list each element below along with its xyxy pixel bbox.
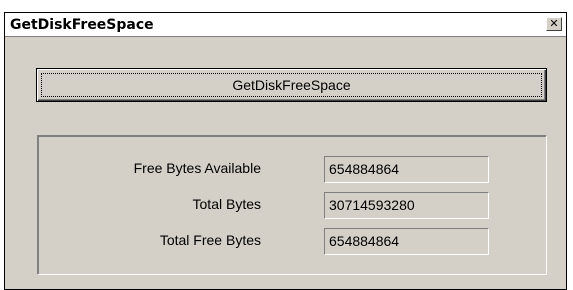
dialog-window: GetDiskFreeSpace ✕ GetDiskFreeSpace Free… — [4, 12, 567, 290]
total-bytes-field[interactable]: 30714593280 — [324, 192, 489, 219]
total-free-bytes-field[interactable]: 654884864 — [324, 228, 489, 255]
window-title: GetDiskFreeSpace — [10, 17, 154, 33]
free-bytes-available-field[interactable]: 654884864 — [324, 156, 489, 183]
total-bytes-label: Total Bytes — [192, 196, 261, 212]
get-disk-free-space-button[interactable]: GetDiskFreeSpace — [36, 68, 547, 102]
close-button[interactable]: ✕ — [546, 17, 562, 31]
close-icon: ✕ — [549, 17, 559, 30]
free-bytes-available-label: Free Bytes Available — [133, 160, 261, 176]
results-group: Free Bytes Available 654884864 Total Byt… — [37, 135, 547, 275]
title-bar[interactable]: GetDiskFreeSpace ✕ — [5, 13, 566, 37]
total-free-bytes-label: Total Free Bytes — [159, 232, 261, 248]
button-label: GetDiskFreeSpace — [232, 77, 351, 93]
